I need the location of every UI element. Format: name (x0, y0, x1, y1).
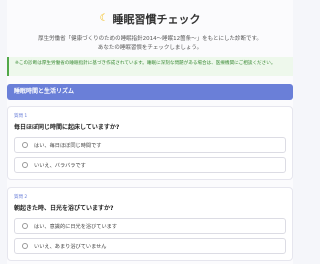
question-number: 質問 1 (14, 114, 28, 119)
section-header: 睡眠時間と生活リズム (7, 84, 293, 100)
question-text: 毎日ほぼ同じ時間に起床していますか? (14, 124, 120, 131)
question-card-1: 質問 1 毎日ほぼ同じ時間に起床していますか? はい、毎日ほぼ同じ時間です いい… (7, 106, 293, 180)
question-text: 朝起きた時、日光を浴びていますか? (14, 205, 114, 212)
option-label: はい、毎日ほぼ同じ時間です (34, 142, 102, 149)
intro-text: 厚生労働省「健康づくりのための睡眠指針2014〜睡眠12箇条〜」をもとにした診断… (7, 35, 293, 53)
option-label: いいえ、バラバラです (34, 162, 86, 169)
title-row: ☾ 睡眠習慣チェック (7, 12, 293, 26)
option-label: はい、意識的に日光を浴びています (34, 223, 118, 230)
radio-button[interactable] (22, 243, 28, 249)
answer-option-yes[interactable]: はい、意識的に日光を浴びています (14, 218, 286, 234)
notice-box: ※この診断は厚生労働省の睡眠指針に基づき作成されています。睡眠に深刻な問題がある… (7, 57, 293, 76)
question-number: 質問 2 (14, 195, 28, 200)
radio-button[interactable] (22, 162, 28, 168)
moon-icon: ☾ (99, 13, 109, 24)
page: ☾ 睡眠習慣チェック 厚生労働省「健康づくりのための睡眠指針2014〜睡眠12箇… (7, 0, 293, 264)
header: ☾ 睡眠習慣チェック 厚生労働省「健康づくりのための睡眠指針2014〜睡眠12箇… (7, 0, 293, 53)
answer-option-no[interactable]: いいえ、バラバラです (14, 157, 286, 173)
page-title: 睡眠習慣チェック (112, 13, 201, 26)
intro-line-1: 厚生労働省「健康づくりのための睡眠指針2014〜睡眠12箇条〜」をもとにした診断… (38, 36, 262, 42)
radio-button[interactable] (22, 223, 28, 229)
option-label: いいえ、あまり浴びていません (34, 243, 107, 250)
question-card-2: 質問 2 朝起きた時、日光を浴びていますか? はい、意識的に日光を浴びています … (7, 187, 293, 261)
answer-option-no[interactable]: いいえ、あまり浴びていません (14, 238, 286, 254)
answer-option-yes[interactable]: はい、毎日ほぼ同じ時間です (14, 137, 286, 153)
radio-button[interactable] (22, 142, 28, 148)
intro-line-2: あなたの睡眠習慣をチェックしましょう。 (97, 45, 203, 51)
